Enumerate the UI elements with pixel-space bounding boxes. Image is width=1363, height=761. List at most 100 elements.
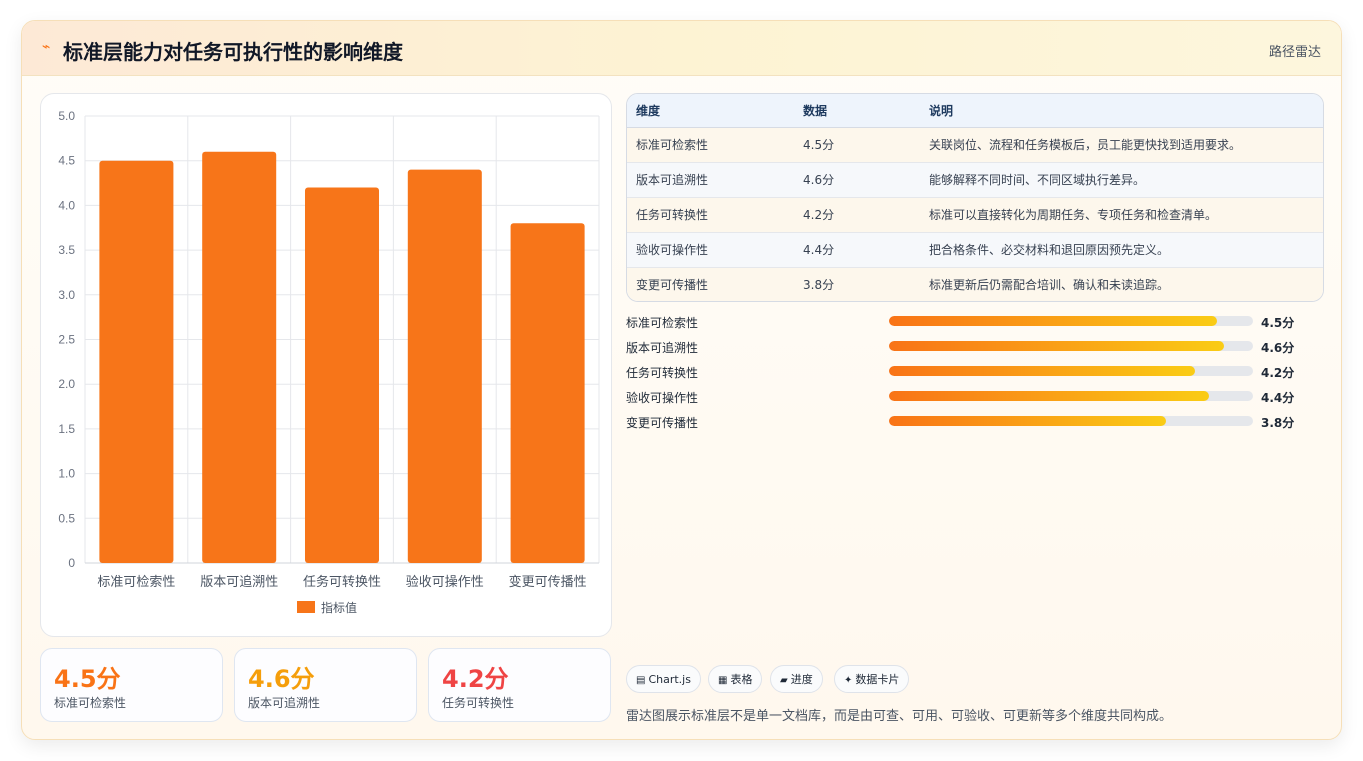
stat-card: 4.2分 任务可转换性 — [428, 648, 611, 722]
progress-item: 标准可检索性 4.5分 — [626, 311, 1324, 336]
y-tick-label: 2.5 — [58, 333, 75, 347]
stat-label: 版本可追溯性 — [248, 696, 321, 710]
chip-label: 进度 — [790, 673, 813, 686]
column-header: 说明 — [920, 94, 1323, 128]
progress-fill — [889, 341, 1224, 351]
y-tick-label: 3.0 — [58, 288, 75, 302]
legend-label: 指标值 — [321, 600, 357, 615]
table-row: 任务可转换性 4.2分 标准可以直接转化为周期任务、专项任务和检查清单。 — [627, 197, 1323, 233]
progress-track — [889, 316, 1253, 326]
progress-value: 4.2分 — [1261, 366, 1295, 380]
stat-card: 4.5分 标准可检索性 — [40, 648, 223, 722]
progress-value: 4.5分 — [1261, 316, 1295, 330]
x-tick-label: 验收可操作性 — [406, 574, 484, 590]
x-tick-label: 任务可转换性 — [303, 574, 381, 590]
progress-value: 4.6分 — [1261, 341, 1295, 355]
table-cell: 版本可追溯性 — [627, 162, 794, 198]
y-tick-label: 4.5 — [58, 154, 75, 168]
y-tick-label: 2.0 — [58, 377, 75, 391]
x-tick-label: 变更可传播性 — [509, 574, 587, 590]
table-cell: 把合格条件、必交材料和退回原因预先定义。 — [920, 232, 1323, 268]
table-cell: 验收可操作性 — [627, 232, 794, 268]
bar — [407, 169, 482, 563]
table-cell: 标准更新后仍需配合培训、确认和未读追踪。 — [920, 267, 1323, 301]
table-icon: ▦ — [718, 675, 728, 686]
progress-track — [889, 366, 1253, 376]
dashboard-card: ⌁ 标准层能力对任务可执行性的影响维度 路径雷达 0 0.5 1.0 1.5 2.0 2.… — [21, 20, 1342, 740]
progress-track — [889, 391, 1253, 401]
progress-fill — [889, 316, 1217, 326]
stat-value: 4.6分 — [248, 665, 315, 693]
footnote: 雷达图展示标准层不是单一文档库，而是由可查、可用、可验收、可更新等多个维度共同构… — [626, 709, 1173, 724]
stat-value: 4.2分 — [442, 665, 509, 693]
progress-value: 4.4分 — [1261, 391, 1295, 405]
progress-icon: ▰ — [780, 675, 788, 686]
y-tick-label: 1.0 — [58, 467, 75, 481]
legend-swatch — [297, 601, 315, 613]
progress-track — [889, 416, 1253, 426]
table-cell: 任务可转换性 — [627, 197, 794, 233]
table-cell: 4.4分 — [794, 232, 920, 268]
progress-label: 任务可转换性 — [626, 366, 699, 380]
y-tick-label: 5.0 — [58, 109, 75, 123]
column-header: 维度 — [627, 94, 794, 128]
progress-item: 版本可追溯性 4.6分 — [626, 336, 1324, 361]
table-row: 验收可操作性 4.4分 把合格条件、必交材料和退回原因预先定义。 — [627, 232, 1323, 268]
progress-label: 验收可操作性 — [626, 391, 699, 405]
column-header: 数据 — [794, 94, 920, 128]
table-cell: 4.2分 — [794, 197, 920, 233]
chip-progress[interactable]: ▰ 进度 — [770, 665, 823, 693]
bar — [99, 160, 174, 563]
table-header-row: 维度 数据 说明 — [627, 94, 1323, 128]
chip-label: Chart.js — [648, 673, 691, 686]
chip-label: 表格 — [730, 673, 753, 686]
sparkle-icon: ✦ — [844, 675, 853, 686]
stat-value: 4.5分 — [54, 665, 121, 693]
table-cell: 变更可传播性 — [627, 267, 794, 301]
chip-chartjs[interactable]: ▤ Chart.js — [626, 665, 701, 693]
bar — [202, 151, 277, 563]
table-cell: 关联岗位、流程和任务模板后，员工能更快找到适用要求。 — [920, 127, 1323, 163]
progress-label: 版本可追溯性 — [626, 341, 699, 355]
table-cell: 标准可检索性 — [627, 127, 794, 163]
table-row: 变更可传播性 3.8分 标准更新后仍需配合培训、确认和未读追踪。 — [627, 267, 1323, 301]
y-tick-label: 0.5 — [58, 511, 75, 525]
y-tick-label: 4.0 — [58, 198, 75, 212]
page-title: 标准层能力对任务可执行性的影响维度 — [63, 40, 403, 64]
stat-card: 4.6分 版本可追溯性 — [234, 648, 417, 722]
progress-label: 变更可传播性 — [626, 416, 699, 430]
table-row: 版本可追溯性 4.6分 能够解释不同时间、不同区域执行差异。 — [627, 162, 1323, 198]
progress-fill — [889, 416, 1166, 426]
table-cell: 标准可以直接转化为周期任务、专项任务和检查清单。 — [920, 197, 1323, 233]
stat-label: 标准可检索性 — [54, 696, 127, 710]
header-tag[interactable]: 路径雷达 — [1269, 41, 1321, 60]
progress-fill — [889, 391, 1210, 401]
progress-list: 标准可检索性 4.5分 版本可追溯性 4.6分 任务可转换性 4.2分 验收可操… — [626, 311, 1324, 436]
progress-item: 任务可转换性 4.2分 — [626, 361, 1324, 386]
table-cell: 4.6分 — [794, 162, 920, 198]
table-row: 标准可检索性 4.5分 关联岗位、流程和任务模板后，员工能更快找到适用要求。 — [627, 127, 1323, 163]
bar — [510, 223, 585, 563]
bar-chart-panel: 0 0.5 1.0 1.5 2.0 2.5 3.0 3.5 4.0 4.5 5.0 标准可检索性 版本可… — [40, 93, 612, 637]
chip-label: 数据卡片 — [855, 673, 900, 686]
y-tick-label: 3.5 — [58, 243, 75, 257]
progress-item: 变更可传播性 3.8分 — [626, 411, 1324, 436]
progress-label: 标准可检索性 — [626, 316, 699, 330]
data-table: 维度 数据 说明 标准可检索性 4.5分 关联岗位、流程和任务模板后，员工能更快… — [626, 93, 1324, 302]
progress-fill — [889, 366, 1195, 376]
stat-label: 任务可转换性 — [442, 696, 515, 710]
table-cell: 3.8分 — [794, 267, 920, 301]
chart-icon: ▤ — [636, 675, 646, 686]
chip-table[interactable]: ▦ 表格 — [708, 665, 763, 693]
table-cell: 能够解释不同时间、不同区域执行差异。 — [920, 162, 1323, 198]
progress-track — [889, 341, 1253, 351]
bar — [304, 187, 380, 563]
y-tick-label: 1.5 — [58, 422, 75, 436]
y-tick-label: 0 — [68, 556, 75, 570]
pulse-icon: ⌁ — [42, 39, 51, 55]
progress-item: 验收可操作性 4.4分 — [626, 386, 1324, 411]
chip-data-card[interactable]: ✦ 数据卡片 — [834, 665, 910, 693]
bar-chart: 0 0.5 1.0 1.5 2.0 2.5 3.0 3.5 4.0 4.5 5.0 标准可检索性 版本可… — [58, 109, 600, 615]
x-tick-label: 标准可检索性 — [97, 575, 175, 590]
header: ⌁ 标准层能力对任务可执行性的影响维度 路径雷达 — [22, 21, 1341, 76]
